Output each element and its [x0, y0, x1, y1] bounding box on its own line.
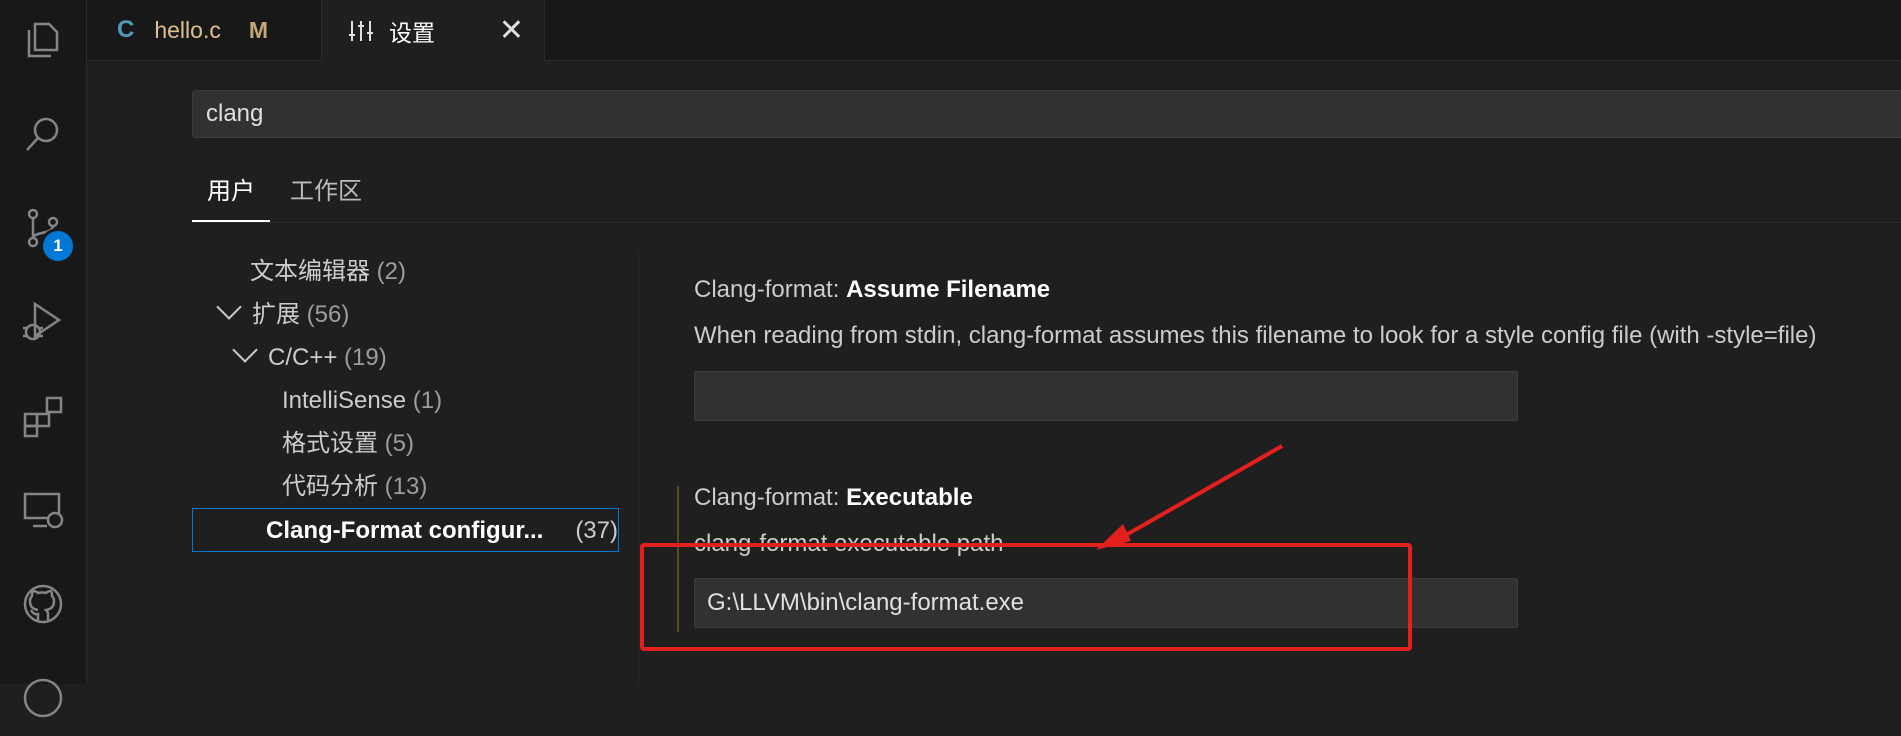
setting-title: Clang-format: Assume Filename — [694, 276, 1050, 304]
tab-settings[interactable]: 设置 ✕ — [322, 0, 545, 61]
tab-label: hello.c — [154, 16, 221, 43]
toc-label: 代码分析 — [282, 473, 378, 500]
settings-icon — [349, 20, 373, 41]
source-control-icon[interactable]: 1 — [0, 190, 86, 266]
search-icon[interactable] — [0, 96, 86, 172]
source-control-badge: 1 — [40, 228, 76, 264]
toc-item-clang-format[interactable]: Clang-Format configur... (37) — [192, 508, 619, 552]
run-debug-icon[interactable] — [0, 284, 86, 360]
setting-category: Clang-format: — [694, 276, 847, 303]
toc-divider — [638, 250, 639, 684]
setting-title: Clang-format: Executable — [694, 484, 973, 512]
modified-indicator: M — [248, 16, 268, 43]
toc-count: (1) — [412, 387, 443, 414]
toc-label: C/C++ — [268, 344, 338, 371]
extensions-icon[interactable] — [0, 378, 86, 454]
toc-label: Clang-Format configur... — [266, 517, 544, 544]
toc-count: (56) — [306, 301, 350, 328]
toc-label: IntelliSense — [282, 387, 407, 414]
settings-scope-tabs: 用户 工作区 — [192, 172, 1901, 223]
toc-item-extensions[interactable]: 扩展 (56) — [192, 293, 647, 336]
toc-item-formatting[interactable]: 格式设置 (5) — [192, 422, 709, 465]
toc-item-intellisense[interactable]: IntelliSense (1) — [192, 379, 709, 422]
toc-item-text-editor[interactable]: 文本编辑器 (2) — [192, 250, 677, 293]
settings-search-input[interactable]: clang — [192, 90, 1901, 138]
toc-label: 格式设置 — [282, 430, 378, 457]
annotation-highlight-box — [640, 543, 1412, 651]
toc-item-code-analysis[interactable]: 代码分析 (13) — [192, 465, 709, 508]
activity-bar: 1 — [0, 0, 87, 718]
setting-name: Assume Filename — [846, 276, 1051, 303]
toc-label: 扩展 — [252, 301, 300, 328]
setting-description: When reading from stdin, clang-format as… — [694, 322, 1817, 349]
toc-count: (19) — [344, 344, 387, 371]
close-icon[interactable]: ✕ — [499, 15, 524, 46]
assume-filename-input[interactable] — [694, 371, 1518, 421]
setting-name: Executable — [846, 484, 973, 511]
tab-workspace[interactable]: 工作区 — [290, 172, 362, 220]
toc-count: (2) — [376, 258, 407, 285]
account-icon[interactable] — [0, 660, 86, 736]
tab-label: 设置 — [389, 19, 435, 46]
editor-tab-bar: C hello.c M 设置 ✕ — [87, 0, 1901, 61]
toc-count: (5) — [384, 430, 415, 457]
explorer-icon[interactable] — [0, 2, 86, 78]
tab-user[interactable]: 用户 — [192, 172, 270, 222]
toc-label: 文本编辑器 — [250, 258, 370, 285]
tab-hello-c[interactable]: C hello.c M — [87, 0, 322, 60]
toc-count: (13) — [384, 473, 428, 500]
setting-category: Clang-format: — [694, 484, 847, 511]
chevron-down-icon — [216, 294, 242, 320]
toc-count: (37) — [575, 517, 618, 544]
remote-explorer-icon[interactable] — [0, 472, 86, 548]
chevron-down-icon — [232, 337, 258, 363]
github-icon[interactable] — [0, 566, 86, 642]
toc-item-cpp[interactable]: C/C++ (19) — [192, 336, 663, 379]
c-file-icon: C — [117, 16, 135, 43]
